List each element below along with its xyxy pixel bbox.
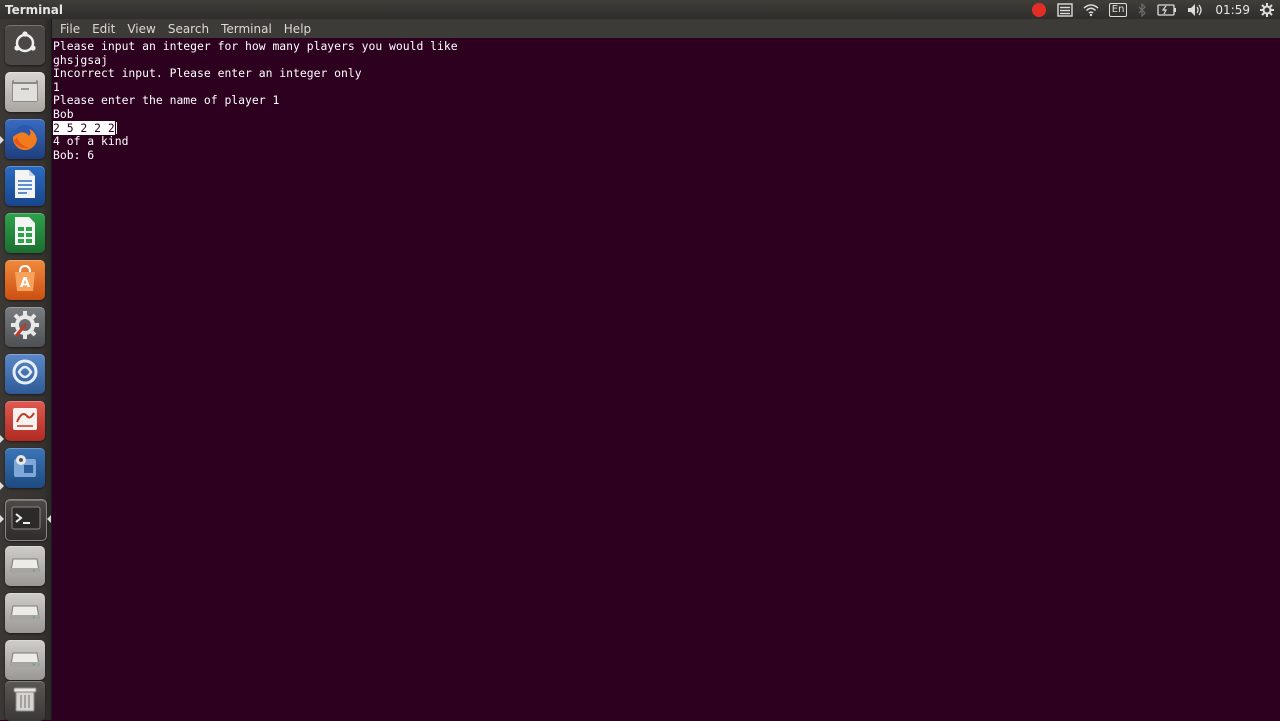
- launcher-item-app[interactable]: [5, 354, 45, 394]
- launcher-item-calc[interactable]: [5, 213, 45, 253]
- trash-icon: [12, 685, 38, 717]
- launcher-item-drive-2[interactable]: [5, 593, 45, 633]
- media-app-icon: [10, 451, 40, 485]
- calc-icon: [13, 216, 37, 250]
- terminal-line: 4 of a kind: [53, 134, 129, 149]
- launcher-item-drive-3[interactable]: [5, 640, 45, 680]
- drive-icon: [10, 647, 40, 673]
- terminal-menubar: File Edit View Search Terminal Help: [52, 19, 1280, 38]
- terminal-line: Bob: 6: [53, 147, 95, 162]
- window-title: Terminal: [5, 2, 64, 17]
- running-indicator: [0, 435, 4, 443]
- running-indicator: [0, 136, 4, 144]
- menu-edit[interactable]: Edit: [88, 22, 119, 36]
- volume-icon[interactable]: [1187, 0, 1205, 19]
- running-indicator: [0, 515, 4, 523]
- writer-icon: [13, 169, 37, 203]
- record-indicator-icon[interactable]: [1031, 0, 1047, 19]
- files-icon: [10, 76, 40, 108]
- app-icon: [10, 357, 40, 391]
- launcher-item-writer[interactable]: [5, 166, 45, 206]
- selected-text[interactable]: 2 5 2 2 2: [53, 120, 115, 135]
- software-center-icon: A: [10, 263, 40, 297]
- drive-icon: [10, 600, 40, 626]
- svg-text:A: A: [20, 276, 30, 291]
- top-panel: Terminal En 01:59: [0, 0, 1280, 19]
- gear-icon[interactable]: [1260, 0, 1274, 19]
- launcher-item-firefox[interactable]: [5, 119, 45, 159]
- terminal-icon: [11, 506, 41, 534]
- terminal-line: Bob: [53, 106, 74, 121]
- wifi-icon[interactable]: [1083, 0, 1099, 19]
- launcher-item-files[interactable]: [5, 72, 45, 112]
- launcher-item-text-editor[interactable]: [5, 401, 45, 441]
- dash-home-icon: [12, 30, 38, 60]
- firefox-icon: [9, 121, 41, 157]
- terminal-line: Please input an integer for how many pla…: [53, 39, 458, 53]
- text-editor-icon: [10, 404, 40, 438]
- terminal-line: 1: [53, 79, 60, 94]
- drive-icon: [10, 553, 40, 579]
- menu-view[interactable]: View: [123, 22, 159, 36]
- launcher-item-system-settings[interactable]: [5, 307, 45, 347]
- keyboard-layout-indicator[interactable]: En: [1108, 0, 1128, 19]
- menu-help[interactable]: Help: [280, 22, 315, 36]
- launcher-item-media-app[interactable]: [5, 448, 45, 488]
- terminal-line: Incorrect input. Please enter an integer…: [53, 66, 362, 81]
- menu-file[interactable]: File: [56, 22, 84, 36]
- launcher-item-drive-1[interactable]: [5, 546, 45, 586]
- terminal-line: Please enter the name of player 1: [53, 93, 280, 108]
- launcher-item-software-center[interactable]: A: [5, 260, 45, 300]
- focused-indicator: [47, 515, 51, 523]
- bluetooth-icon[interactable]: [1137, 0, 1147, 19]
- terminal-line-selected[interactable]: 2 5 2 2 2: [52, 120, 1280, 136]
- mouse-ibeam-cursor: [115, 122, 117, 135]
- menu-search[interactable]: Search: [164, 22, 213, 36]
- dash-home-button[interactable]: [5, 25, 45, 65]
- system-settings-icon: [10, 310, 40, 344]
- terminal-output[interactable]: Please input an integer for how many pla…: [52, 38, 1280, 720]
- running-indicator: [0, 482, 4, 490]
- indicator-area: En 01:59: [1031, 0, 1274, 19]
- launcher-item-terminal[interactable]: [5, 499, 47, 541]
- menu-indicator-icon[interactable]: [1057, 0, 1073, 19]
- launcher-item-trash[interactable]: [5, 681, 45, 721]
- terminal-line: ghsjgsaj: [53, 52, 108, 67]
- launcher: A: [0, 19, 52, 721]
- clock[interactable]: 01:59: [1215, 0, 1250, 19]
- battery-icon[interactable]: [1157, 0, 1177, 19]
- menu-terminal[interactable]: Terminal: [217, 22, 276, 36]
